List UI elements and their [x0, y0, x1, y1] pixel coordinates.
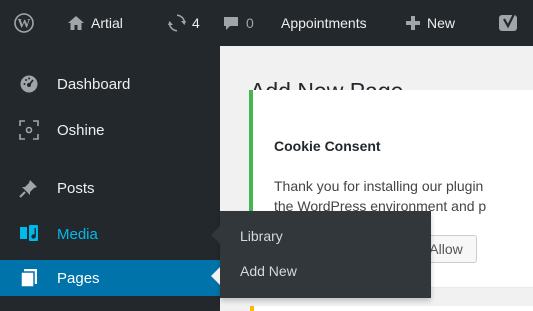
comments-button[interactable]: 0 — [222, 0, 254, 46]
updates-button[interactable]: 4 — [168, 0, 200, 46]
sidebar-item-dashboard[interactable]: Dashboard — [0, 66, 220, 102]
notice-text-line: Thank you for installing our plugin — [274, 178, 484, 194]
submenu-item-library[interactable]: Library — [240, 228, 283, 244]
sidebar-item-label: Media — [57, 225, 98, 243]
seo-plugin-icon — [498, 12, 520, 34]
seo-button[interactable] — [498, 0, 526, 46]
notice-text: Thank you for installing our plugin the … — [274, 176, 533, 216]
current-menu-pointer — [211, 267, 220, 285]
admin-bar: W Artial 4 0 Appointments New — [0, 0, 533, 46]
new-label: New — [427, 15, 456, 31]
wordpress-logo-icon: W — [14, 13, 34, 33]
sidebar-item-label: Oshine — [57, 121, 105, 139]
admin-sidebar: Dashboard Oshine Posts Media Pages — [0, 46, 220, 311]
sidebar-item-media[interactable]: Media — [0, 216, 220, 252]
site-name-button[interactable]: Artial — [67, 0, 123, 46]
submenu-item-add-new[interactable]: Add New — [240, 263, 297, 279]
pin-icon — [19, 178, 39, 198]
submenu-pointer — [211, 226, 220, 244]
comment-icon — [222, 14, 240, 32]
sidebar-item-label: Dashboard — [57, 75, 131, 93]
next-notice — [250, 306, 533, 311]
updates-count: 4 — [192, 15, 200, 31]
sidebar-item-oshine[interactable]: Oshine — [0, 112, 220, 148]
wordpress-logo-button[interactable]: W — [14, 0, 40, 46]
svg-text:W: W — [18, 16, 31, 31]
media-submenu: Library Add New — [220, 211, 431, 298]
new-content-button[interactable]: New — [405, 0, 455, 46]
comments-count: 0 — [246, 15, 254, 31]
pages-icon — [19, 268, 39, 288]
sidebar-item-pages[interactable]: Pages — [0, 260, 220, 296]
plus-icon — [405, 15, 421, 31]
sidebar-item-posts[interactable]: Posts — [0, 170, 220, 206]
appointments-button[interactable]: Appointments — [281, 0, 367, 46]
dashboard-icon — [19, 74, 39, 94]
sidebar-item-label: Posts — [57, 179, 95, 197]
notice-title: Cookie Consent — [274, 138, 381, 154]
updates-icon — [168, 14, 186, 32]
notice-accent — [250, 306, 254, 311]
appointments-label: Appointments — [281, 15, 367, 31]
home-icon — [67, 14, 85, 32]
media-icon — [19, 224, 39, 244]
oshine-icon — [19, 120, 39, 140]
sidebar-item-label: Pages — [57, 269, 100, 287]
site-name: Artial — [91, 15, 123, 31]
